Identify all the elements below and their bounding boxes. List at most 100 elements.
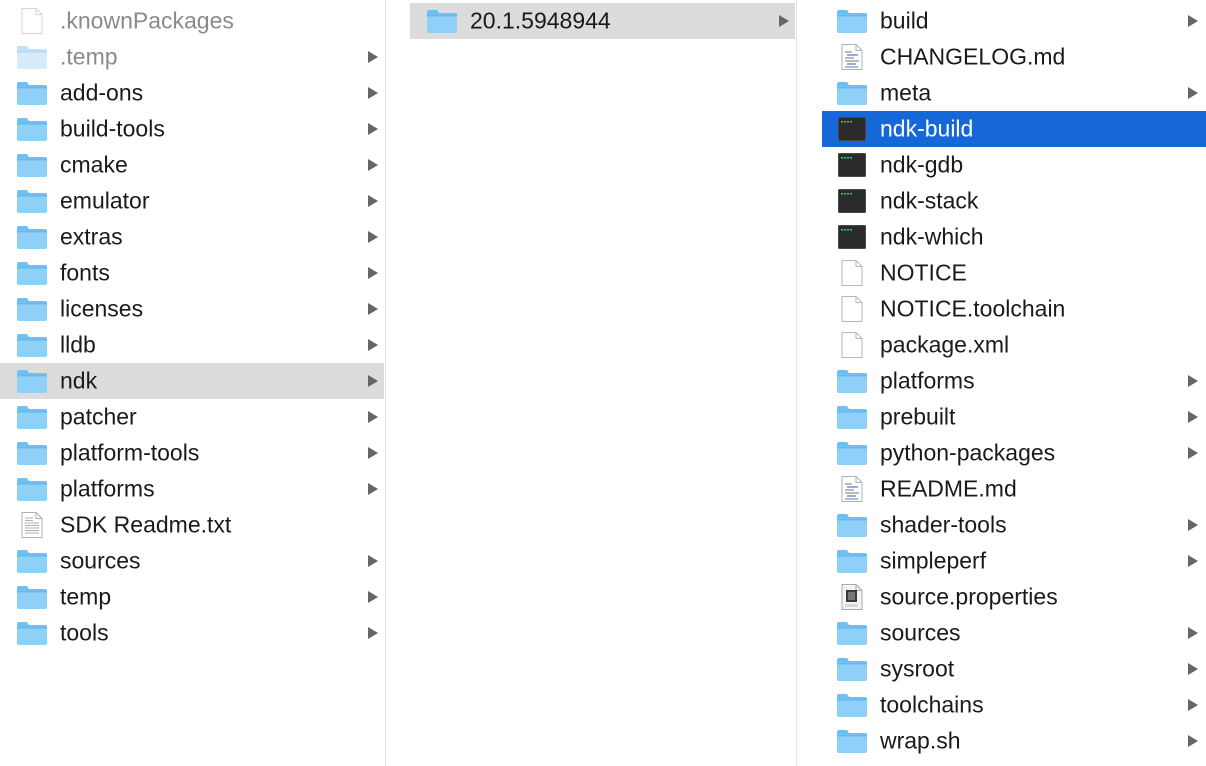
disclosure-arrow-icon bbox=[368, 627, 378, 639]
item-label: 20.1.5948944 bbox=[470, 7, 611, 34]
list-item[interactable]: 20.1.5948944 bbox=[410, 3, 795, 39]
disclosure-arrow-icon bbox=[368, 87, 378, 99]
list-item[interactable]: prebuilt bbox=[822, 399, 1206, 435]
list-item[interactable]: licenses bbox=[0, 291, 384, 327]
item-label: add-ons bbox=[60, 79, 144, 106]
list-item[interactable]: fonts bbox=[0, 255, 384, 291]
item-label: build bbox=[880, 7, 929, 34]
disclosure-arrow-icon bbox=[368, 483, 378, 495]
item-label: source.properties bbox=[880, 583, 1058, 610]
item-label: README.md bbox=[880, 475, 1017, 502]
folder-icon bbox=[16, 296, 48, 322]
list-item[interactable]: README.md bbox=[822, 471, 1206, 507]
item-label: ndk bbox=[60, 367, 98, 394]
disclosure-arrow-icon bbox=[368, 51, 378, 63]
list-item[interactable]: patcher bbox=[0, 399, 384, 435]
disclosure-arrow-icon bbox=[1188, 699, 1198, 711]
blank-file-icon bbox=[836, 296, 868, 322]
list-item[interactable]: python-packages bbox=[822, 435, 1206, 471]
list-item[interactable]: build bbox=[822, 3, 1206, 39]
item-label: emulator bbox=[60, 187, 150, 214]
disclosure-arrow-icon bbox=[1188, 15, 1198, 27]
disclosure-arrow-icon bbox=[1188, 519, 1198, 531]
list-item[interactable]: toolchains bbox=[822, 687, 1206, 723]
folder-icon bbox=[16, 368, 48, 394]
column-divider[interactable] bbox=[385, 0, 412, 766]
list-item[interactable]: sysroot bbox=[822, 651, 1206, 687]
item-label: lldb bbox=[60, 331, 96, 358]
list-item[interactable]: source.properties bbox=[822, 579, 1206, 615]
item-label: ndk-which bbox=[880, 223, 984, 250]
item-label: temp bbox=[60, 583, 112, 610]
text-file-icon bbox=[16, 512, 48, 538]
folder-icon bbox=[16, 404, 48, 430]
disclosure-arrow-icon bbox=[1188, 555, 1198, 567]
markdown-file-icon bbox=[836, 44, 868, 70]
list-item[interactable]: .temp bbox=[0, 39, 384, 75]
column-2[interactable]: 20.1.5948944 bbox=[410, 0, 795, 766]
disclosure-arrow-icon bbox=[368, 123, 378, 135]
column-1[interactable]: .knownPackages .temp add-ons build-tools cma… bbox=[0, 0, 384, 766]
folder-icon bbox=[16, 44, 48, 70]
item-label: python-packages bbox=[880, 439, 1056, 466]
list-item[interactable]: sources bbox=[822, 615, 1206, 651]
terminal-exec-icon bbox=[836, 188, 868, 214]
list-item[interactable]: platforms bbox=[0, 471, 384, 507]
item-label: ndk-stack bbox=[880, 187, 979, 214]
list-item[interactable]: platforms bbox=[822, 363, 1206, 399]
list-item[interactable]: NOTICE bbox=[822, 255, 1206, 291]
file-list: .knownPackages .temp add-ons build-tools cma… bbox=[0, 3, 384, 651]
blank-file-icon bbox=[836, 260, 868, 286]
item-label: NOTICE bbox=[880, 259, 967, 286]
list-item[interactable]: SDK Readme.txt bbox=[0, 507, 384, 543]
list-item[interactable]: ndk-which bbox=[822, 219, 1206, 255]
list-item[interactable]: CHANGELOG.md bbox=[822, 39, 1206, 75]
item-label: toolchains bbox=[880, 691, 984, 718]
folder-icon bbox=[836, 440, 868, 466]
list-item[interactable]: platform-tools bbox=[0, 435, 384, 471]
list-item[interactable]: meta bbox=[822, 75, 1206, 111]
list-item[interactable]: simpleperf bbox=[822, 543, 1206, 579]
folder-icon bbox=[836, 656, 868, 682]
folder-icon bbox=[16, 188, 48, 214]
terminal-exec-icon bbox=[836, 116, 868, 142]
disclosure-arrow-icon bbox=[1188, 735, 1198, 747]
column-divider[interactable] bbox=[796, 0, 823, 766]
list-item[interactable]: extras bbox=[0, 219, 384, 255]
list-item[interactable]: ndk bbox=[0, 363, 384, 399]
list-item[interactable]: cmake bbox=[0, 147, 384, 183]
disclosure-arrow-icon bbox=[368, 159, 378, 171]
list-item[interactable]: temp bbox=[0, 579, 384, 615]
item-label: ndk-gdb bbox=[880, 151, 964, 178]
list-item[interactable]: ndk-gdb bbox=[822, 147, 1206, 183]
list-item[interactable]: tools bbox=[0, 615, 384, 651]
disclosure-arrow-icon bbox=[368, 375, 378, 387]
folder-icon bbox=[16, 260, 48, 286]
folder-icon bbox=[426, 8, 458, 34]
item-label: cmake bbox=[60, 151, 128, 178]
column-3[interactable]: build CHANGELOG.md meta ndk-build ndk-gdb ndk… bbox=[822, 0, 1206, 766]
list-item[interactable]: emulator bbox=[0, 183, 384, 219]
folder-icon bbox=[16, 332, 48, 358]
list-item[interactable]: .knownPackages bbox=[0, 3, 384, 39]
list-item[interactable]: add-ons bbox=[0, 75, 384, 111]
list-item[interactable]: shader-tools bbox=[822, 507, 1206, 543]
item-label: NOTICE.toolchain bbox=[880, 295, 1066, 322]
file-list: build CHANGELOG.md meta ndk-build ndk-gdb ndk… bbox=[822, 3, 1206, 759]
folder-icon bbox=[16, 80, 48, 106]
list-item[interactable]: package.xml bbox=[822, 327, 1206, 363]
list-item[interactable]: ndk-stack bbox=[822, 183, 1206, 219]
folder-icon bbox=[836, 8, 868, 34]
item-label: .knownPackages bbox=[60, 7, 234, 34]
disclosure-arrow-icon bbox=[1188, 627, 1198, 639]
disclosure-arrow-icon bbox=[1188, 447, 1198, 459]
list-item[interactable]: ndk-build bbox=[822, 111, 1206, 147]
list-item[interactable]: NOTICE.toolchain bbox=[822, 291, 1206, 327]
markdown-file-icon bbox=[836, 476, 868, 502]
folder-icon bbox=[16, 152, 48, 178]
list-item[interactable]: lldb bbox=[0, 327, 384, 363]
list-item[interactable]: wrap.sh bbox=[822, 723, 1206, 759]
file-list: 20.1.5948944 bbox=[410, 3, 795, 39]
list-item[interactable]: sources bbox=[0, 543, 384, 579]
list-item[interactable]: build-tools bbox=[0, 111, 384, 147]
